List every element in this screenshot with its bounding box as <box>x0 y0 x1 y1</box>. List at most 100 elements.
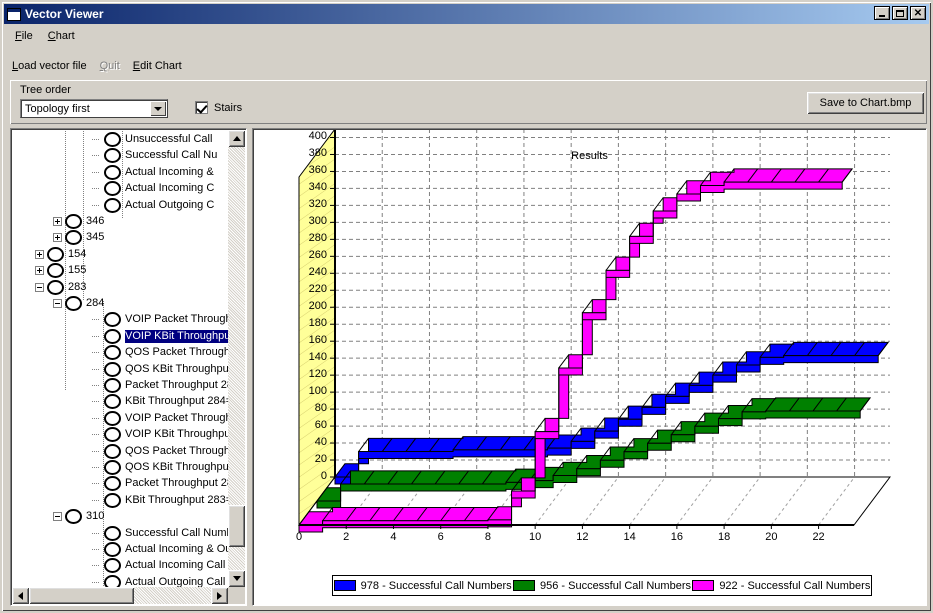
expand-icon[interactable] <box>35 266 44 276</box>
scroll-right-button[interactable] <box>211 587 228 604</box>
tree-item-label: Actual Incoming & Out <box>125 543 229 555</box>
tree-item[interactable]: Actual Incoming & Out <box>92 541 229 558</box>
tree-connector <box>92 417 100 419</box>
chevron-down-icon[interactable] <box>150 101 166 116</box>
tree-node-icon[interactable] <box>65 296 82 311</box>
tree-item[interactable]: QOS Packet Throughp <box>92 443 229 460</box>
tree-item[interactable]: Actual Incoming Call N <box>92 557 229 574</box>
tree-item[interactable]: Actual Outgoing C <box>92 197 214 214</box>
tree-connector <box>92 155 100 157</box>
tree-node-icon[interactable] <box>104 312 121 328</box>
tree-item[interactable]: Successful Call Numbe <box>92 525 229 542</box>
tree-node-icon[interactable] <box>104 427 121 443</box>
minimize-button[interactable] <box>874 6 890 20</box>
tree-node-icon[interactable] <box>104 378 121 393</box>
tree-item[interactable]: Unsuccessful Call <box>92 131 212 148</box>
stairs-checkbox[interactable] <box>195 101 208 114</box>
tree-node-icon[interactable] <box>104 558 121 574</box>
tree-node-icon[interactable] <box>65 230 82 246</box>
tree-connector <box>92 335 100 337</box>
tree-connector <box>92 188 100 190</box>
legend-swatch <box>333 580 356 591</box>
expand-icon[interactable] <box>53 217 62 226</box>
tree-item[interactable]: VOIP KBit Throughput <box>92 426 229 443</box>
tree-vscroll-thumb[interactable] <box>228 505 245 547</box>
tree-node-icon[interactable] <box>65 214 82 229</box>
tree-item[interactable]: KBit Throughput 284= <box>92 393 229 410</box>
chart-title: Results <box>571 150 608 162</box>
tree-node-icon[interactable] <box>104 525 121 541</box>
tree-node-icon[interactable] <box>104 164 121 180</box>
tree-node-icon[interactable] <box>47 246 64 262</box>
tree-order-select[interactable]: Topology first <box>20 99 168 118</box>
tree-item-label: Actual Incoming Call N <box>125 559 229 572</box>
maximize-button[interactable] <box>892 6 908 20</box>
tree-node-icon[interactable] <box>47 263 64 279</box>
tree-item[interactable]: KBit Throughput 283= <box>92 492 229 509</box>
chevron-up-icon <box>232 136 241 141</box>
collapse-icon[interactable] <box>53 299 62 308</box>
tree-item[interactable]: 283 <box>35 279 86 296</box>
quit-command[interactable]: Quit <box>100 60 120 72</box>
collapse-icon[interactable] <box>35 282 44 292</box>
tree-item[interactable]: 346 <box>53 213 104 230</box>
tree-item-label: Packet Throughput 28 <box>125 379 229 391</box>
tree-node-icon[interactable] <box>104 443 121 459</box>
tree-node-icon[interactable] <box>104 394 121 410</box>
legend-item: 956 - Successful Call Numbers <box>512 580 691 592</box>
tree-node-icon[interactable] <box>104 460 121 475</box>
tree-item-label: KBit Throughput 284= <box>125 395 229 408</box>
menu-file-label: ile <box>21 29 33 42</box>
tree-item[interactable]: Packet Throughput 28 <box>92 475 229 492</box>
tree-item[interactable]: Actual Incoming & <box>92 164 214 181</box>
menu-chart[interactable]: Chart <box>43 28 82 44</box>
tree-node-icon[interactable] <box>104 132 121 147</box>
tree-item[interactable]: Actual Incoming C <box>92 180 214 197</box>
tree-item[interactable]: VOIP Packet Through <box>92 311 229 328</box>
expand-icon[interactable] <box>53 233 62 243</box>
tree-vertical-scrollbar[interactable] <box>228 130 245 587</box>
vector-tree[interactable]: Unsuccessful Call Successful Call Nu Actua… <box>13 131 229 588</box>
tree-item[interactable]: QOS KBit Throughput <box>92 459 229 476</box>
options-panel: Tree order Topology first Stairs Save to… <box>10 80 927 124</box>
tree-item[interactable]: 154 <box>35 246 86 263</box>
tree-item[interactable]: Packet Throughput 28 <box>92 377 229 394</box>
edit-chart-command[interactable]: Edit Chart <box>133 60 182 72</box>
scroll-down-button[interactable] <box>228 570 245 587</box>
tree-item[interactable]: QOS KBit Throughput <box>92 361 229 378</box>
tree-item[interactable]: Actual Outgoing Call N <box>92 574 229 588</box>
expand-icon[interactable] <box>35 249 44 259</box>
tree-node-icon[interactable] <box>104 476 121 492</box>
tree-item[interactable]: Successful Call Nu <box>92 147 217 164</box>
tree-horizontal-scrollbar[interactable] <box>12 587 228 604</box>
tree-node-icon[interactable] <box>104 542 121 557</box>
tree-connector <box>92 499 100 501</box>
menu-file[interactable]: File <box>10 28 40 44</box>
tree-item[interactable]: 284 <box>53 295 104 312</box>
tree-node-icon[interactable] <box>104 492 121 508</box>
close-button[interactable]: ✕ <box>910 6 926 20</box>
tree-node-icon[interactable] <box>104 328 121 344</box>
load-vector-file-command[interactable]: Load vector file <box>12 60 87 72</box>
tree-node-icon[interactable] <box>47 279 64 295</box>
save-to-chart-bmp-button[interactable]: Save to Chart.bmp <box>807 92 924 114</box>
tree-item[interactable]: 155 <box>35 262 86 279</box>
tree-item[interactable]: 310 <box>53 508 104 525</box>
tree-item[interactable]: VOIP KBit Throughput <box>92 328 229 345</box>
tree-node-icon[interactable] <box>104 181 121 197</box>
tree-item[interactable]: QOS Packet Throughp <box>92 344 229 361</box>
tree-item[interactable]: VOIP Packet Through <box>92 410 229 427</box>
scroll-up-button[interactable] <box>228 130 245 147</box>
scroll-left-button[interactable] <box>12 587 29 604</box>
stairs-checkbox-wrap[interactable]: Stairs <box>195 101 242 114</box>
tree-node-icon[interactable] <box>104 148 121 164</box>
tree-node-icon[interactable] <box>104 410 121 426</box>
tree-node-icon[interactable] <box>104 197 121 213</box>
tree-item-label: VOIP Packet Through <box>125 313 229 326</box>
tree-hscroll-thumb[interactable] <box>29 587 134 604</box>
tree-node-icon[interactable] <box>104 361 121 377</box>
tree-node-icon[interactable] <box>104 345 121 361</box>
tree-item[interactable]: 345 <box>53 229 104 246</box>
collapse-icon[interactable] <box>53 512 62 522</box>
tree-node-icon[interactable] <box>65 509 82 525</box>
